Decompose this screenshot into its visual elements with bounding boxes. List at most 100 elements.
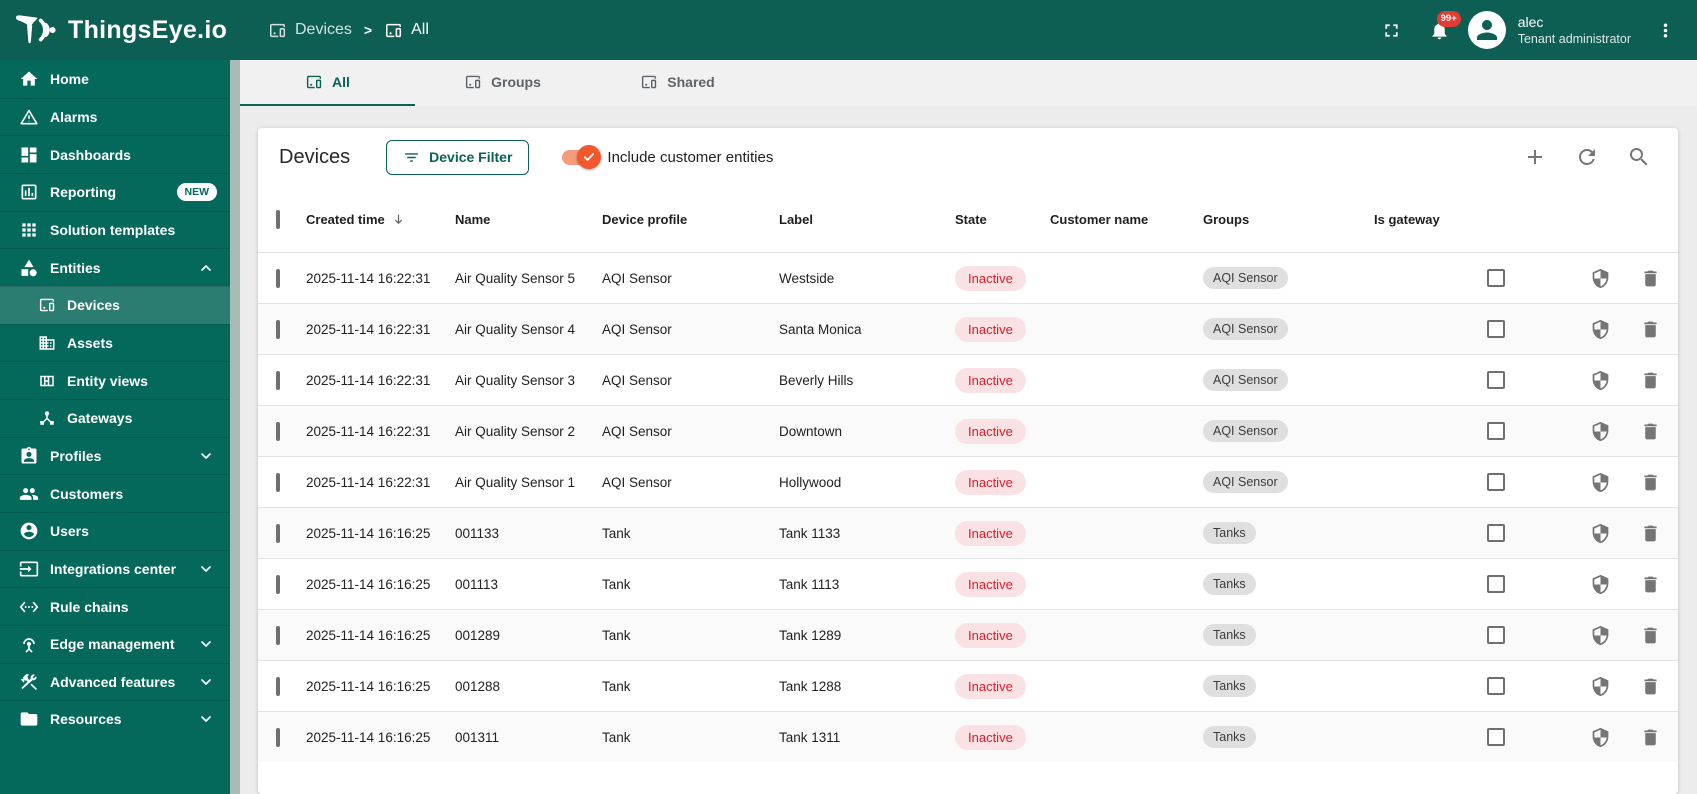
delete-button[interactable] — [1640, 370, 1661, 391]
row-checkbox[interactable] — [276, 676, 280, 696]
manage-credentials-button[interactable] — [1590, 268, 1611, 289]
row-checkbox[interactable] — [276, 574, 280, 594]
refresh-button[interactable] — [1575, 145, 1599, 169]
device-filter-button[interactable]: Device Filter — [386, 139, 530, 175]
delete-button[interactable] — [1640, 319, 1661, 340]
column-created-time[interactable]: Created time — [306, 212, 455, 227]
table-row[interactable]: 2025-11-14 16:16:25 001133 Tank Tank 113… — [258, 507, 1678, 558]
row-checkbox[interactable] — [276, 370, 280, 390]
row-checkbox[interactable] — [276, 727, 280, 747]
manage-credentials-button[interactable] — [1590, 625, 1611, 646]
sidebar-item-assets[interactable]: Assets — [0, 323, 230, 362]
column-name[interactable]: Name — [455, 212, 602, 227]
delete-button[interactable] — [1640, 676, 1661, 697]
sidebar-scrollbar[interactable] — [230, 60, 240, 794]
sidebar-item-alarms[interactable]: Alarms — [0, 97, 230, 136]
gateway-checkbox[interactable] — [1487, 626, 1505, 644]
delete-button[interactable] — [1640, 727, 1661, 748]
tab-all[interactable]: All — [240, 60, 415, 106]
fullscreen-button[interactable] — [1372, 10, 1412, 50]
tab-shared[interactable]: Shared — [590, 60, 765, 106]
column-state[interactable]: State — [955, 212, 1050, 227]
user-info[interactable]: alec Tenant administrator — [1518, 13, 1631, 47]
table-row[interactable]: 2025-11-14 16:22:31 Air Quality Sensor 4… — [258, 303, 1678, 354]
manage-credentials-button[interactable] — [1590, 472, 1611, 493]
brand[interactable]: ThingsEye.io — [14, 12, 246, 48]
sidebar-item-integrations-center[interactable]: Integrations center — [0, 549, 230, 588]
avatar[interactable] — [1467, 11, 1506, 49]
sidebar-item-edge-management[interactable]: Edge management — [0, 624, 230, 663]
gateway-checkbox[interactable] — [1487, 677, 1505, 695]
table-row[interactable]: 2025-11-14 16:16:25 001288 Tank Tank 128… — [258, 660, 1678, 711]
delete-button[interactable] — [1640, 523, 1661, 544]
search-button[interactable] — [1627, 145, 1651, 169]
manage-credentials-button[interactable] — [1590, 421, 1611, 442]
table-row[interactable]: 2025-11-14 16:16:25 001289 Tank Tank 128… — [258, 609, 1678, 660]
sidebar-item-dashboards[interactable]: Dashboards — [0, 135, 230, 173]
row-checkbox[interactable] — [276, 472, 280, 492]
sort-desc-icon[interactable] — [391, 212, 406, 227]
row-checkbox[interactable] — [276, 625, 280, 645]
manage-credentials-button[interactable] — [1590, 370, 1611, 391]
row-checkbox[interactable] — [276, 523, 280, 543]
column-is-gateway[interactable]: Is gateway — [1374, 212, 1582, 227]
manage-credentials-button[interactable] — [1590, 319, 1611, 340]
column-label[interactable]: Label — [779, 212, 955, 227]
delete-button[interactable] — [1640, 625, 1661, 646]
manage-credentials-button[interactable] — [1590, 676, 1611, 697]
gateway-checkbox[interactable] — [1487, 524, 1505, 542]
delete-button[interactable] — [1640, 472, 1661, 493]
sidebar-item-customers[interactable]: Customers — [0, 474, 230, 512]
chevron-down-icon[interactable] — [198, 448, 214, 464]
sidebar-item-devices[interactable]: Devices — [0, 285, 230, 324]
gateway-checkbox[interactable] — [1487, 422, 1505, 440]
gateway-checkbox[interactable] — [1487, 728, 1505, 746]
chevron-down-icon[interactable] — [198, 711, 214, 727]
row-checkbox[interactable] — [276, 268, 280, 288]
sidebar-item-profiles[interactable]: Profiles — [0, 436, 230, 475]
sidebar-item-entities[interactable]: Entities — [0, 248, 230, 286]
gateway-checkbox[interactable] — [1487, 575, 1505, 593]
sidebar-item-advanced-features[interactable]: Advanced features — [0, 662, 230, 701]
gateway-checkbox[interactable] — [1487, 269, 1505, 287]
gateway-checkbox[interactable] — [1487, 320, 1505, 338]
tab-groups[interactable]: Groups — [415, 60, 590, 106]
manage-credentials-button[interactable] — [1590, 727, 1611, 748]
sidebar-item-gateways[interactable]: Gateways — [0, 398, 230, 437]
manage-credentials-button[interactable] — [1590, 574, 1611, 595]
include-customer-entities-toggle[interactable] — [562, 145, 602, 169]
table-row[interactable]: 2025-11-14 16:22:31 Air Quality Sensor 2… — [258, 405, 1678, 456]
chevron-down-icon[interactable] — [198, 674, 214, 690]
delete-button[interactable] — [1640, 268, 1661, 289]
breadcrumb-item-all[interactable]: All — [384, 21, 429, 40]
column-device-profile[interactable]: Device profile — [602, 212, 779, 227]
column-customer-name[interactable]: Customer name — [1050, 212, 1203, 227]
sidebar-item-users[interactable]: Users — [0, 511, 230, 550]
notifications-button[interactable]: 99+ — [1420, 10, 1461, 50]
more-menu-button[interactable] — [1645, 10, 1685, 50]
delete-button[interactable] — [1640, 574, 1661, 595]
sidebar-item-entity-views[interactable]: Entity views — [0, 361, 230, 399]
table-row[interactable]: 2025-11-14 16:22:31 Air Quality Sensor 3… — [258, 354, 1678, 405]
gateway-checkbox[interactable] — [1487, 371, 1505, 389]
table-row[interactable]: 2025-11-14 16:16:25 001113 Tank Tank 111… — [258, 558, 1678, 609]
gateway-checkbox[interactable] — [1487, 473, 1505, 491]
select-all-checkbox[interactable] — [276, 209, 280, 229]
breadcrumb-item-devices[interactable]: Devices — [268, 21, 352, 40]
sidebar-item-rule-chains[interactable]: Rule chains — [0, 587, 230, 625]
chevron-up-icon[interactable] — [198, 260, 214, 276]
table-row[interactable]: 2025-11-14 16:22:31 Air Quality Sensor 1… — [258, 456, 1678, 507]
manage-credentials-button[interactable] — [1590, 523, 1611, 544]
delete-button[interactable] — [1640, 421, 1661, 442]
column-groups[interactable]: Groups — [1203, 212, 1374, 227]
sidebar-item-reporting[interactable]: Reporting NEW — [0, 172, 230, 211]
chevron-down-icon[interactable] — [198, 636, 214, 652]
row-checkbox[interactable] — [276, 319, 280, 339]
sidebar-item-home[interactable]: Home — [0, 60, 230, 98]
row-checkbox[interactable] — [276, 421, 280, 441]
add-device-button[interactable] — [1523, 145, 1547, 169]
sidebar-item-solution-templates[interactable]: Solution templates — [0, 210, 230, 249]
sidebar-item-resources[interactable]: Resources — [0, 700, 230, 738]
table-row[interactable]: 2025-11-14 16:22:31 Air Quality Sensor 5… — [258, 252, 1678, 303]
table-row[interactable]: 2025-11-14 16:16:25 001311 Tank Tank 131… — [258, 711, 1678, 762]
